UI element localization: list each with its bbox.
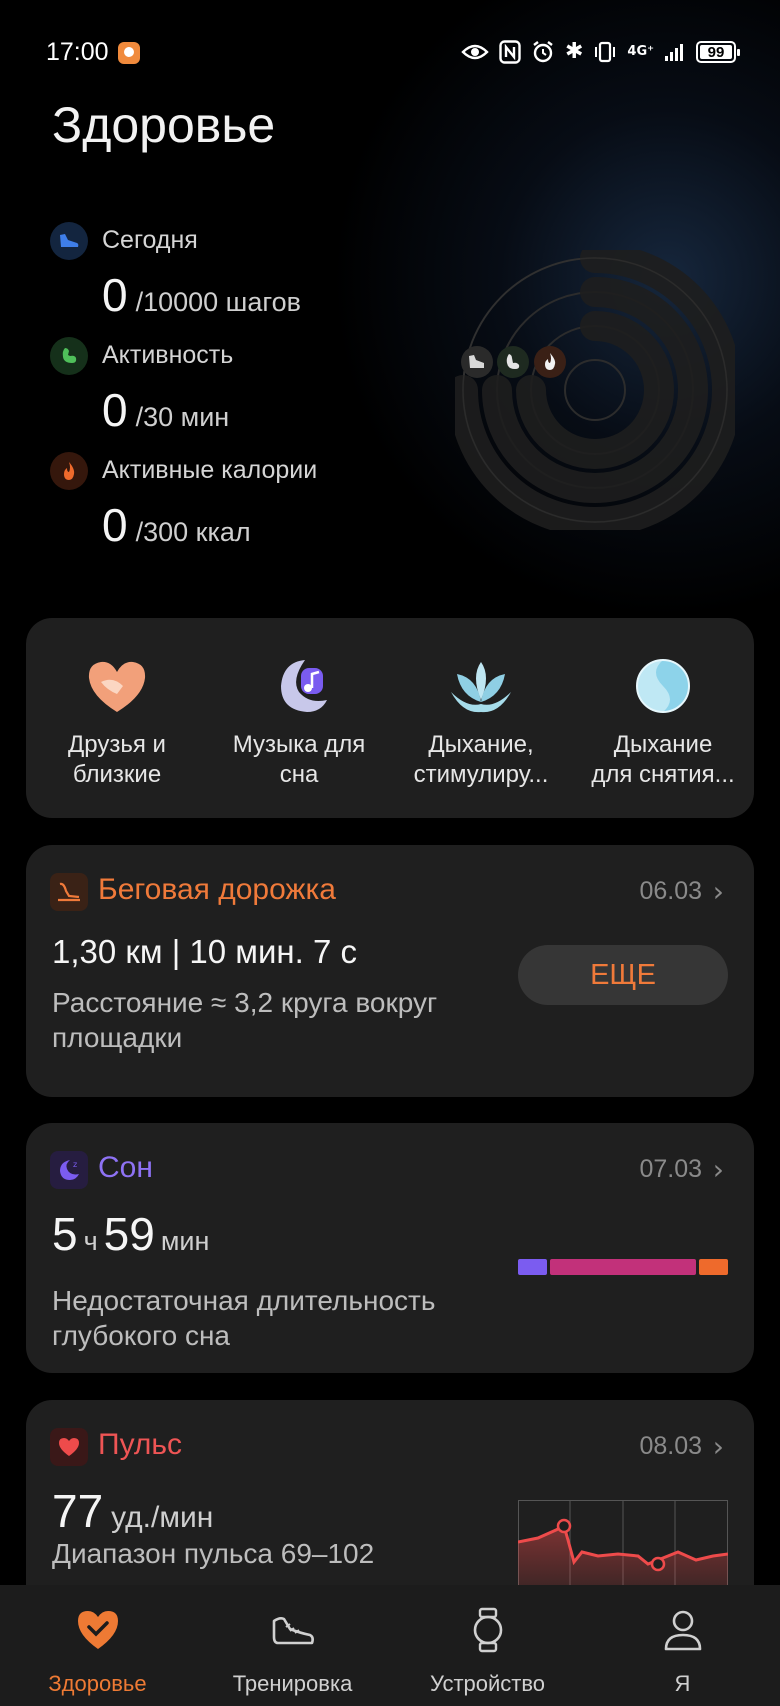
shortcut-label: Дыхание для снятия... [591, 731, 735, 788]
sleep-stage-light [549, 1259, 697, 1275]
status-bar: 17:00 ✱ 4G⁺ 99 [0, 0, 780, 104]
metric-value: 0/30 мин [102, 384, 230, 436]
card-date: 06.03 [639, 877, 702, 905]
pulse-range: Диапазон пульса 69–102 [52, 1538, 375, 1569]
yin-orb-icon [636, 659, 690, 713]
metric-label: Сегодня [102, 226, 198, 254]
shortcut-friends[interactable]: Друзья и близкие [26, 618, 208, 818]
status-time: 17:00 [46, 38, 109, 66]
sleep-stage-deep [518, 1259, 547, 1275]
metric-value: 0/10000 шагов [102, 269, 301, 321]
page-title: Здоровье [52, 97, 276, 153]
svg-text:z: z [73, 1160, 77, 1169]
chevron-right-icon[interactable]: › [713, 1430, 724, 1463]
sleep-duration: 5 ч 59 мин [52, 1208, 210, 1260]
status-icons: ✱ 4G⁺ 99 [461, 38, 740, 66]
nav-tab-me[interactable]: Я [585, 1585, 780, 1706]
sleep-stages-bar [518, 1259, 728, 1275]
nav-label: Я [674, 1671, 691, 1696]
lotus-icon [451, 662, 511, 713]
card-date: 07.03 [639, 1155, 702, 1183]
sneaker-icon [272, 1617, 314, 1645]
workout-description: Расстояние ≈ 3,2 круга вокруг площадки [52, 987, 438, 1053]
ring-activity-marker [497, 346, 529, 378]
alarm-icon [533, 41, 553, 63]
ring-calories-marker [534, 346, 566, 378]
sleep-card[interactable]: z Сон 07.03 › 5 ч 59 мин Недостаточная длит… [26, 1123, 754, 1373]
activity-rings[interactable] [455, 250, 735, 530]
workout-summary: 1,30 км | 10 мин. 7 с [52, 933, 358, 970]
nav-tab-workout[interactable]: Тренировка [195, 1585, 390, 1706]
shortcut-label: Друзья и близкие [68, 731, 166, 788]
nav-tab-health[interactable]: Здоровье [0, 1585, 195, 1706]
nav-label: Тренировка [232, 1671, 353, 1696]
eye-icon [461, 44, 489, 60]
card-title: Сон [98, 1151, 153, 1184]
moon-music-icon [281, 660, 327, 712]
network-type-icon: 4G⁺ [627, 44, 654, 59]
nfc-icon [499, 40, 521, 64]
shortcut-sleep-music[interactable]: Музыка для сна [208, 618, 390, 818]
treadmill-icon [50, 873, 88, 911]
app-notification-icon [118, 42, 140, 64]
sleep-stage-rem [699, 1259, 728, 1275]
metric-label: Активные калории [102, 456, 318, 484]
flexed-arm-icon [50, 337, 88, 375]
sleep-description: Недостаточная длительность глубокого сна [52, 1285, 436, 1351]
more-button[interactable]: ЕЩЕ [518, 945, 728, 1005]
chevron-right-icon[interactable]: › [713, 1153, 724, 1186]
battery-icon: 99 [696, 41, 740, 63]
chevron-right-icon[interactable]: › [713, 875, 724, 908]
shoe-icon [50, 222, 88, 260]
bluetooth-icon: ✱ [564, 39, 584, 64]
flame-icon [50, 452, 88, 490]
watch-icon [473, 1607, 503, 1653]
nav-label: Здоровье [48, 1671, 147, 1696]
pulse-value: 77 уд./мин [52, 1485, 214, 1537]
ring-steps-marker [461, 346, 493, 378]
pulse-min-point [650, 1556, 666, 1572]
shortcuts-card: Друзья и близкие Музыка для сна Дыхание, ст… [26, 618, 754, 818]
signal-icon [665, 44, 683, 61]
battery-level: 99 [707, 43, 725, 61]
heart-check-icon [78, 1611, 118, 1649]
nav-label: Устройство [429, 1671, 546, 1696]
heart-hands-icon [88, 661, 146, 712]
person-icon [664, 1610, 702, 1651]
metric-value: 0/300 ккал [102, 499, 251, 551]
shortcut-label: Дыхание, стимулиру... [413, 731, 549, 788]
vibrate-icon [595, 41, 616, 63]
shortcut-breathing-energize[interactable]: Дыхание, стимулиру... [390, 618, 572, 818]
card-date: 08.03 [639, 1432, 702, 1460]
metric-label: Активность [102, 341, 234, 369]
nav-tab-device[interactable]: Устройство [390, 1585, 585, 1706]
shortcut-label: Музыка для сна [232, 731, 366, 788]
moon-icon: z [50, 1151, 88, 1189]
heart-icon [50, 1428, 88, 1466]
card-title: Беговая дорожка [98, 873, 336, 906]
treadmill-card[interactable]: Беговая дорожка 06.03 › 1,30 км | 10 мин… [26, 845, 754, 1097]
card-title: Пульс [98, 1428, 183, 1461]
shortcut-breathing-relax[interactable]: Дыхание для снятия... [572, 618, 754, 818]
bottom-navigation: Здоровье Тренировка Устройство Я [0, 1585, 780, 1706]
pulse-max-point [556, 1518, 572, 1534]
